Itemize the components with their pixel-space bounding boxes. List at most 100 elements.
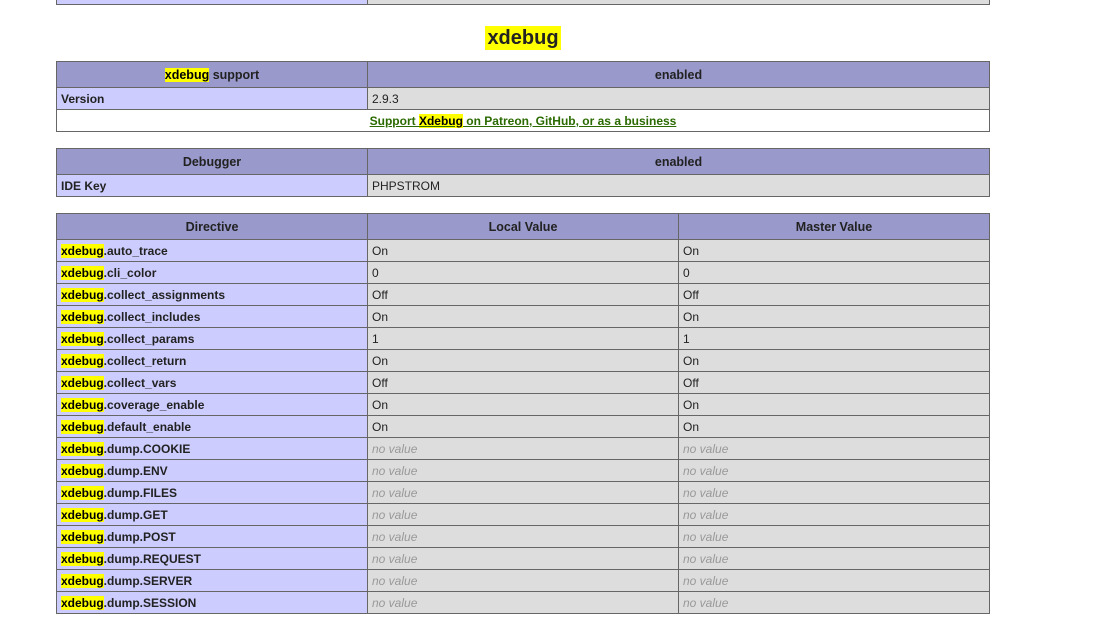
search-highlight: xdebug bbox=[61, 595, 104, 610]
table-row: xdebug.dump.REQUEST no value no value bbox=[56, 547, 990, 570]
module-title: xdebug bbox=[56, 5, 990, 61]
master-value: no value bbox=[683, 573, 729, 588]
local-value: Off bbox=[372, 287, 388, 302]
directive-name: .collect_includes bbox=[103, 309, 201, 324]
search-highlight: xdebug bbox=[61, 441, 104, 456]
master-value: 0 bbox=[683, 265, 690, 280]
directive-name-cell: xdebug.cli_color bbox=[56, 261, 368, 284]
master-value: no value bbox=[683, 507, 729, 522]
search-highlight: xdebug bbox=[61, 375, 104, 390]
phpinfo-page: xdebug xdebug support enabled Version 2.… bbox=[56, 0, 990, 614]
local-value-cell: Off bbox=[367, 283, 679, 306]
table-row: xdebug.dump.ENV no value no value bbox=[56, 459, 990, 482]
xdebug-support-table: xdebug support enabled Version 2.9.3 Sup… bbox=[56, 61, 990, 132]
master-value: no value bbox=[683, 463, 729, 478]
ide-key-label: IDE Key bbox=[56, 174, 368, 197]
directive-name: .dump.FILES bbox=[103, 485, 178, 500]
directive-name-cell: xdebug.coverage_enable bbox=[56, 393, 368, 416]
version-value: 2.9.3 bbox=[367, 87, 990, 110]
table-row: xdebug.collect_vars Off Off bbox=[56, 371, 990, 394]
directive-name: .dump.SESSION bbox=[103, 595, 197, 610]
local-value: no value bbox=[372, 507, 418, 522]
table-row: xdebug.dump.COOKIE no value no value bbox=[56, 437, 990, 460]
support-header-label: support bbox=[209, 67, 260, 82]
local-value-cell: On bbox=[367, 349, 679, 372]
local-value: no value bbox=[372, 529, 418, 544]
local-value-cell: no value bbox=[367, 591, 679, 614]
search-highlight: xdebug bbox=[61, 287, 104, 302]
directive-name: .collect_assignments bbox=[103, 287, 226, 302]
local-value: no value bbox=[372, 463, 418, 478]
directive-name: .default_enable bbox=[103, 419, 192, 434]
search-highlight: xdebug bbox=[61, 265, 104, 280]
directive-name-cell: xdebug.dump.FILES bbox=[56, 481, 368, 504]
support-link-suffix: on Patreon, GitHub, or as a business bbox=[462, 113, 677, 128]
table-header-row: Directive Local Value Master Value bbox=[56, 213, 990, 240]
local-value-column-header: Local Value bbox=[367, 213, 679, 240]
table-row: xdebug.collect_assignments Off Off bbox=[56, 283, 990, 306]
table-row: xdebug.cli_color 0 0 bbox=[56, 261, 990, 284]
directive-name: .collect_return bbox=[103, 353, 187, 368]
master-value: On bbox=[683, 309, 700, 324]
directive-name-cell: xdebug.dump.COOKIE bbox=[56, 437, 368, 460]
local-value-cell: Off bbox=[367, 371, 679, 394]
master-value-cell: no value bbox=[678, 481, 990, 504]
search-highlight: xdebug bbox=[61, 353, 104, 368]
master-value: no value bbox=[683, 551, 729, 566]
master-value: no value bbox=[683, 529, 729, 544]
table-row: xdebug.dump.FILES no value no value bbox=[56, 481, 990, 504]
table-row: xdebug.collect_includes On On bbox=[56, 305, 990, 328]
directive-name-cell: xdebug.dump.POST bbox=[56, 525, 368, 548]
directive-rows: xdebug.auto_trace On On xdebug.cli_color 0 0 x… bbox=[56, 239, 990, 614]
directive-name: .collect_vars bbox=[103, 375, 177, 390]
local-value: On bbox=[372, 419, 389, 434]
support-link[interactable]: Support Xdebug on Patreon, GitHub, or as… bbox=[370, 113, 677, 128]
master-value: no value bbox=[683, 485, 729, 500]
debugger-header: Debugger bbox=[56, 148, 368, 175]
master-value-cell: no value bbox=[678, 459, 990, 482]
previous-module-cell bbox=[56, 0, 368, 5]
table-row: xdebug.dump.SERVER no value no value bbox=[56, 569, 990, 592]
local-value: On bbox=[372, 397, 389, 412]
directive-name: .dump.REQUEST bbox=[103, 551, 202, 566]
master-value: no value bbox=[683, 441, 729, 456]
search-highlight: xdebug bbox=[61, 507, 104, 522]
master-value-cell: Off bbox=[678, 371, 990, 394]
master-value-cell: On bbox=[678, 393, 990, 416]
local-value-cell: no value bbox=[367, 525, 679, 548]
debugger-table: Debugger enabled IDE Key PHPSTROM bbox=[56, 148, 990, 197]
local-value-cell: On bbox=[367, 415, 679, 438]
table-header-row: Debugger enabled bbox=[56, 148, 990, 175]
directive-name: .dump.ENV bbox=[103, 463, 168, 478]
local-value: 0 bbox=[372, 265, 379, 280]
search-highlight: xdebug bbox=[61, 463, 104, 478]
directive-name-cell: xdebug.collect_assignments bbox=[56, 283, 368, 306]
master-value-cell: On bbox=[678, 239, 990, 262]
local-value: no value bbox=[372, 595, 418, 610]
master-value-cell: no value bbox=[678, 525, 990, 548]
local-value-cell: 1 bbox=[367, 327, 679, 350]
directive-name: .cli_color bbox=[103, 265, 157, 280]
support-status-header: enabled bbox=[367, 61, 990, 88]
table-row: xdebug.collect_return On On bbox=[56, 349, 990, 372]
directive-column-header: Directive bbox=[56, 213, 368, 240]
version-label: Version bbox=[56, 87, 368, 110]
master-value-cell: no value bbox=[678, 591, 990, 614]
directive-name-cell: xdebug.dump.SESSION bbox=[56, 591, 368, 614]
local-value-cell: no value bbox=[367, 569, 679, 592]
table-row: xdebug.collect_params 1 1 bbox=[56, 327, 990, 350]
support-header-cell: xdebug support bbox=[56, 61, 368, 88]
master-value-cell: no value bbox=[678, 503, 990, 526]
table-row: Support Xdebug on Patreon, GitHub, or as… bbox=[56, 109, 990, 132]
search-highlight: xdebug bbox=[61, 419, 104, 434]
search-highlight: xdebug bbox=[61, 573, 104, 588]
master-value: On bbox=[683, 419, 700, 434]
debugger-status-header: enabled bbox=[367, 148, 990, 175]
master-value-cell: On bbox=[678, 305, 990, 328]
master-value: no value bbox=[683, 595, 729, 610]
directive-name-cell: xdebug.collect_return bbox=[56, 349, 368, 372]
local-value: Off bbox=[372, 375, 388, 390]
table-row: xdebug.dump.POST no value no value bbox=[56, 525, 990, 548]
local-value-cell: no value bbox=[367, 437, 679, 460]
table-row: xdebug.default_enable On On bbox=[56, 415, 990, 438]
